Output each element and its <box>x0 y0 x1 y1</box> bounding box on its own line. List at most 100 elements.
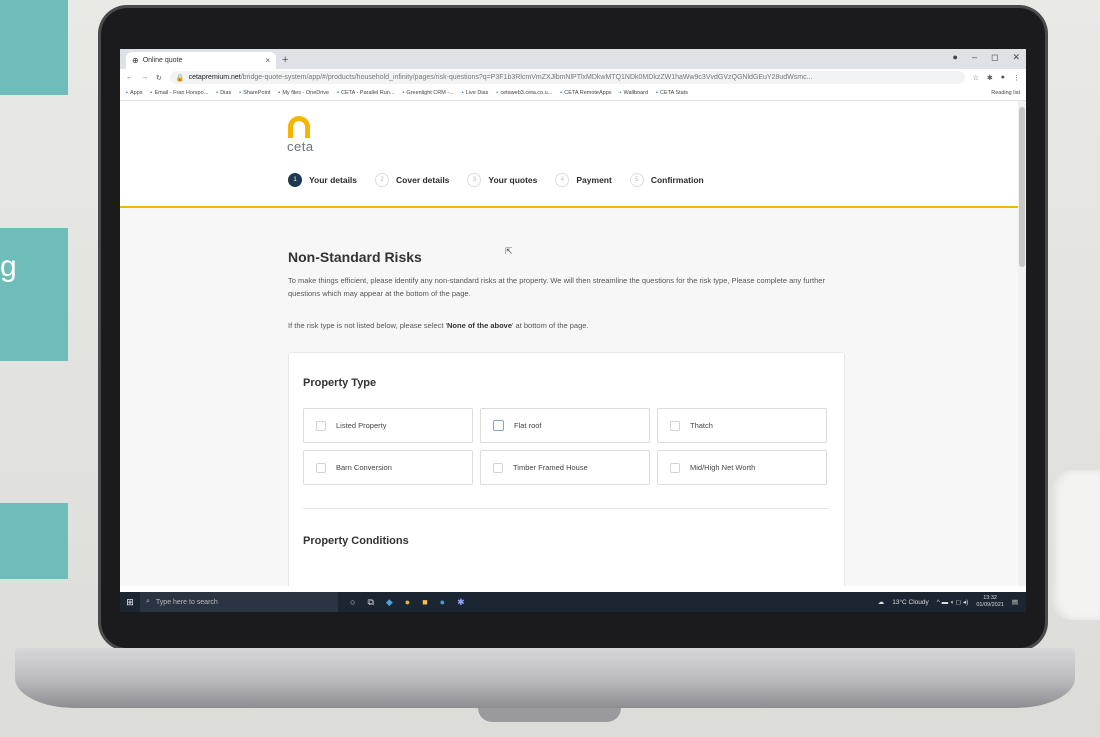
background-mug <box>1052 470 1100 620</box>
note-suffix: ' at bottom of the page. <box>512 321 589 330</box>
ceta-logo[interactable]: ceta <box>287 116 314 154</box>
checkbox[interactable] <box>493 420 504 431</box>
bookmark-item[interactable]: ▪ Apps <box>126 90 143 96</box>
step-payment[interactable]: 4 Payment <box>555 173 612 187</box>
bookmark-item[interactable]: ▪ Wallboard <box>620 90 649 96</box>
cortana-icon[interactable]: ○ <box>350 597 355 608</box>
checkbox[interactable] <box>493 462 503 473</box>
step-number: 1 <box>288 173 302 187</box>
new-tab-button[interactable]: + <box>282 52 288 69</box>
bookmark-icon: ▪ <box>496 90 499 96</box>
bookmark-icon: ▪ <box>461 90 464 96</box>
bookmark-icon: ▪ <box>619 90 622 96</box>
bookmark-label: Apps <box>129 90 143 96</box>
step-number: 5 <box>629 173 644 187</box>
option-label: Timber Framed House <box>513 463 588 472</box>
bookmark-item[interactable]: ▪ CETA - Parallel Run... <box>337 90 394 96</box>
option-barn-conversion[interactable]: Barn Conversion <box>303 450 473 485</box>
step-confirmation[interactable]: 5 Confirmation <box>629 173 704 187</box>
star-icon[interactable]: ☆ <box>973 74 979 82</box>
reload-icon[interactable]: ↻ <box>156 74 162 82</box>
bookmark-item[interactable]: ▪ CETA Stats <box>656 90 688 96</box>
bookmark-item[interactable]: ▪ My files - OneDrive <box>278 90 329 96</box>
weather-text[interactable]: 13°C Cloudy <box>892 599 929 606</box>
checkbox[interactable] <box>670 420 680 431</box>
bookmark-item[interactable]: ▪ Greenlight CRM -... <box>402 90 453 96</box>
step-number: 3 <box>467 173 482 187</box>
chrome-icon[interactable]: ● <box>405 597 410 608</box>
url-field[interactable]: 🔒 cetapremium.net /bridge-quote-system/a… <box>169 71 965 84</box>
bookmark-label: Greenlight CRM -... <box>406 90 454 96</box>
note-bold: None of the above <box>447 321 513 330</box>
bookmark-label: SharePoint <box>243 90 271 96</box>
url-host: cetapremium.net <box>188 74 241 81</box>
background-letter: g <box>0 250 17 283</box>
option-flat-roof[interactable]: Flat roof <box>480 408 650 443</box>
bookmark-label: Wallboard <box>623 90 649 96</box>
section-title-property-conditions: Property Conditions <box>303 535 409 547</box>
bookmark-icon: ▪ <box>560 90 563 96</box>
tray-icons[interactable]: ^ ▬ ◖ ◻ ◂) <box>937 598 969 606</box>
bookmarks-bar: ▪ Apps ▪ Email - Fran Horspo... ▪ Dias ▪ ShareP… <box>120 86 1026 101</box>
checkbox[interactable] <box>316 462 326 473</box>
page-title: Non-Standard Risks <box>288 249 422 265</box>
maximize-icon[interactable]: ◻ <box>991 52 998 63</box>
app-icon[interactable]: ◆ <box>386 597 393 608</box>
bookmark-item[interactable]: ▪ CETA RemoteApps <box>560 90 611 96</box>
extensions-icon[interactable]: ✱ <box>987 74 993 82</box>
bookmark-label: CETA - Parallel Run... <box>341 90 395 96</box>
scrollbar-thumb[interactable] <box>1019 107 1025 267</box>
search-icon: ⌕ <box>146 598 150 605</box>
option-label: Thatch <box>690 421 713 430</box>
option-label: Flat roof <box>514 421 542 430</box>
bookmark-item[interactable]: ▪ cetaweb3.ceta.co.u... <box>496 90 552 96</box>
notifications-icon[interactable]: ▤ <box>1012 598 1018 606</box>
bookmark-item[interactable]: ▪ SharePoint <box>239 90 270 96</box>
step-cover-details[interactable]: 2 Cover details <box>375 173 449 187</box>
bookmark-icon: ▪ <box>216 90 219 96</box>
option-timber-framed-house[interactable]: Timber Framed House <box>480 450 650 485</box>
close-tab-icon[interactable]: × <box>265 56 270 65</box>
forward-icon[interactable]: → <box>141 74 148 81</box>
bookmark-item[interactable]: ▪ Dias <box>216 90 231 96</box>
page-scrollbar[interactable] <box>1018 101 1026 586</box>
option-mid-high-net-worth[interactable]: Mid/High Net Worth <box>657 450 827 485</box>
bookmark-label: CETA Stats <box>660 90 689 96</box>
close-window-icon[interactable]: ✕ <box>1012 52 1020 63</box>
checkbox[interactable] <box>316 420 326 431</box>
edge-icon[interactable]: ● <box>440 597 445 608</box>
teams-icon[interactable]: ✱ <box>457 597 465 608</box>
minimize-icon[interactable]: – <box>972 52 977 63</box>
ceta-logo-icon-base <box>288 132 310 138</box>
bookmark-label: Live Dias <box>465 90 489 96</box>
file-explorer-icon[interactable]: ■ <box>422 597 427 608</box>
clock-time: 13:32 <box>983 595 997 601</box>
menu-icon[interactable]: ⋮ <box>1013 74 1020 82</box>
bookmark-icon: ▪ <box>402 90 405 96</box>
risk-card: Property Type Listed Property Flat roof … <box>288 352 845 586</box>
bookmark-icon: ▪ <box>656 90 658 96</box>
bookmark-item[interactable]: ▪ Live Dias <box>462 90 489 96</box>
option-thatch[interactable]: Thatch <box>657 408 827 443</box>
browser-tab[interactable]: ⊕ Online quote × <box>126 52 276 69</box>
weather-icon[interactable]: ☁ <box>878 598 885 606</box>
taskbar-search[interactable]: ⌕ Type here to search <box>140 592 338 612</box>
clock[interactable]: 13:32 01/09/2021 <box>976 595 1004 609</box>
step-your-quotes[interactable]: 3 Your quotes <box>467 173 537 187</box>
logo-text: ceta <box>287 139 314 154</box>
bookmark-label: Dias <box>220 90 232 96</box>
mouse-cursor-icon: ⇱ <box>505 246 513 256</box>
account-icon[interactable]: ● <box>1001 74 1005 81</box>
checkbox[interactable] <box>670 462 680 473</box>
background-teal-block <box>0 0 68 95</box>
step-your-details[interactable]: 1 Your details <box>288 173 357 187</box>
bookmark-item[interactable]: ▪ Email - Fran Horspo... <box>151 90 209 96</box>
back-icon[interactable]: ← <box>126 74 133 81</box>
bookmark-icon: ▪ <box>150 90 153 96</box>
task-view-icon[interactable]: ⧉ <box>367 597 373 608</box>
windows-start-icon[interactable]: ⊞ <box>120 597 140 608</box>
profile-icon[interactable]: ● <box>953 52 958 63</box>
address-bar: ← → ↻ 🔒 cetapremium.net /bridge-quote-sy… <box>120 69 1026 86</box>
reading-list[interactable]: Reading list <box>991 90 1020 96</box>
option-listed-property[interactable]: Listed Property <box>303 408 473 443</box>
